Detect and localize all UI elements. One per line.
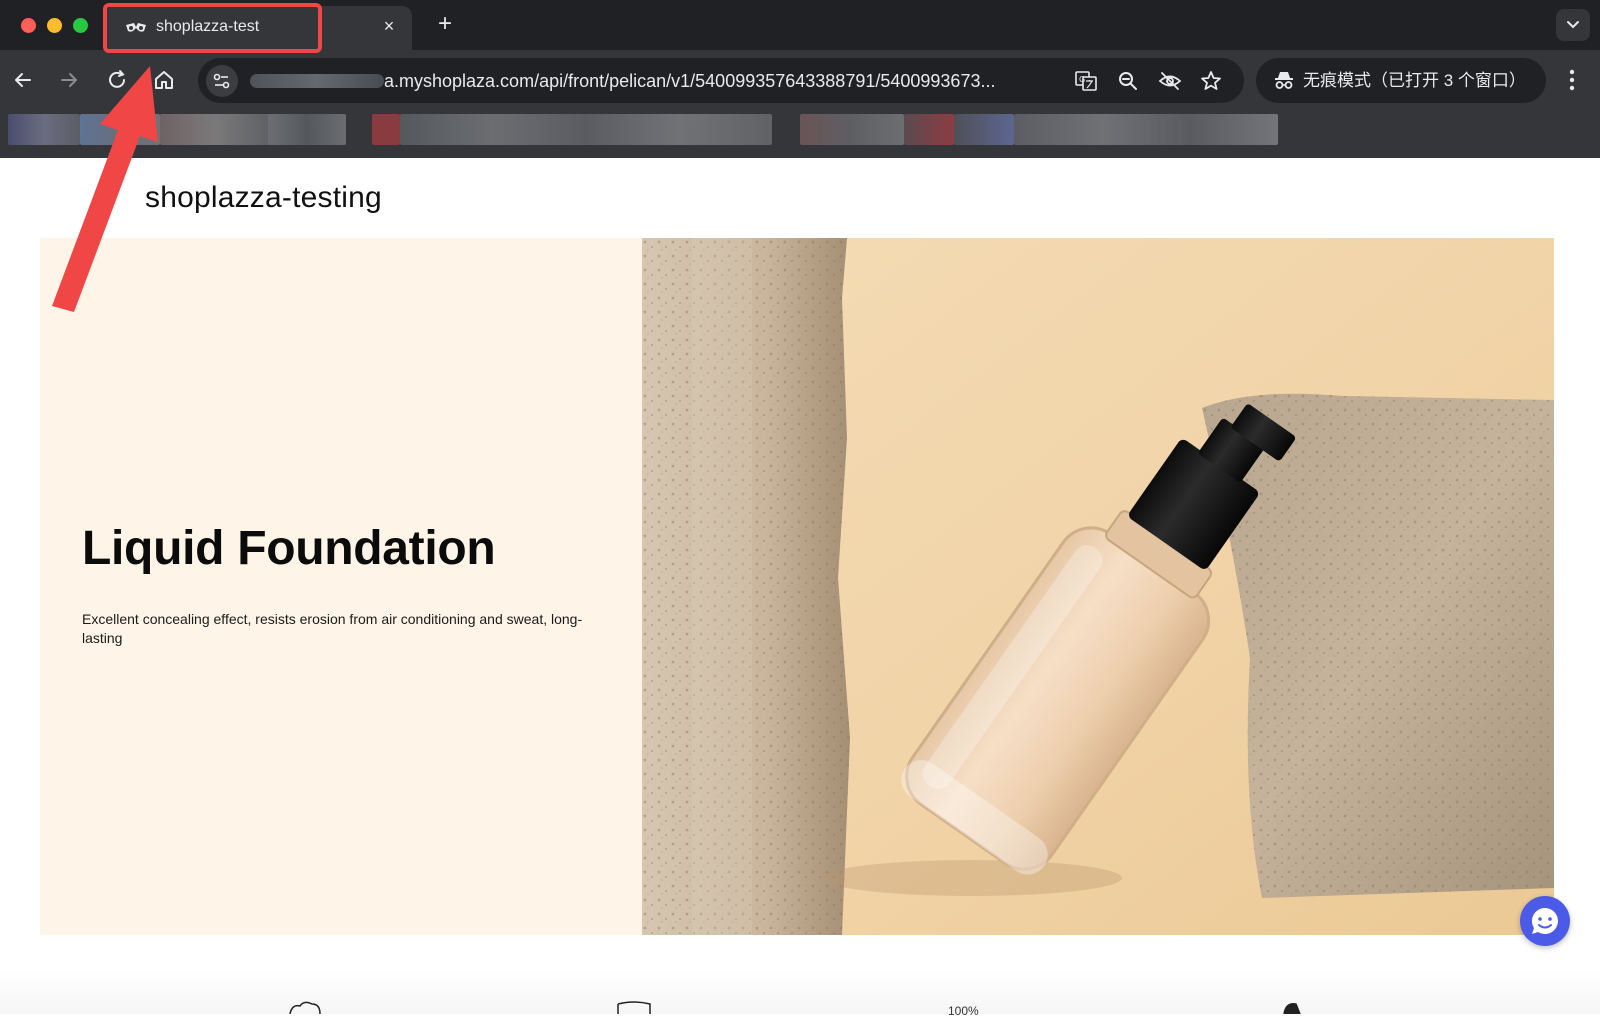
site-settings-icon [213,73,230,89]
bookmark-redacted[interactable] [1014,114,1278,145]
bookmark-redacted[interactable] [400,114,772,145]
hero-banner: Liquid Foundation Excellent concealing e… [40,238,1554,935]
bookmark-redacted[interactable] [954,114,1014,145]
svg-text:G: G [1079,75,1085,84]
minimize-window-button[interactable] [47,18,62,33]
zoom-icon[interactable] [1116,69,1140,93]
bookmarks-bar [0,110,1600,158]
home-icon[interactable] [151,67,177,93]
bookmark-redacted[interactable] [8,114,80,145]
store-logo-text[interactable]: shoplazza-testing [145,180,382,216]
url-text[interactable]: a.myshoplaza.com/api/front/pelican/v1/54… [384,70,1054,92]
kebab-menu-icon[interactable] [1565,66,1579,94]
incognito-label: 无痕模式（已打开 3 个窗口） [1303,71,1526,90]
maximize-window-button[interactable] [73,18,88,33]
bookmark-redacted[interactable] [800,114,904,145]
url-redacted-segment [250,74,384,88]
star-icon[interactable] [1199,69,1223,93]
tab-close-icon[interactable]: × [378,15,400,37]
close-window-button[interactable] [21,18,36,33]
store-page: shoplazza-testing Liquid Foundation Exce… [0,158,1600,1018]
chat-smile-icon [1531,907,1558,934]
translate-icon[interactable]: G [1074,69,1098,93]
tab-search-button[interactable] [1556,9,1590,41]
feature-leaf-icon [1283,1002,1301,1014]
browser-toolbar: a.myshoplaza.com/api/front/pelican/v1/54… [0,50,1600,110]
back-icon[interactable] [10,67,36,93]
annotation-highlight-box [103,3,322,53]
incognito-indicator[interactable]: 无痕模式（已打开 3 个窗口） [1256,58,1546,103]
eye-off-icon[interactable] [1158,69,1182,93]
forward-icon[interactable] [56,67,82,93]
feature-percent-text: 100% [948,1004,979,1018]
new-tab-button[interactable]: + [432,12,458,38]
bookmark-redacted[interactable] [372,114,400,145]
foundation-product-image [642,238,1554,935]
feature-cloud-icon [289,1001,321,1014]
address-bar[interactable]: a.myshoplaza.com/api/front/pelican/v1/54… [198,58,1244,103]
hero-title: Liquid Foundation [82,522,496,575]
features-strip: 100% [0,970,1600,1018]
bookmark-redacted[interactable] [160,114,270,145]
bookmark-redacted[interactable] [80,114,160,145]
hero-subtitle: Excellent concealing effect, resists ero… [82,611,583,646]
feature-cup-icon [617,1001,651,1014]
bookmark-redacted[interactable] [904,114,954,145]
site-settings-button[interactable] [206,65,238,97]
bookmark-redacted[interactable] [268,114,346,145]
chat-button[interactable] [1520,896,1570,946]
reload-icon[interactable] [104,67,130,93]
chevron-down-icon [1567,21,1579,29]
incognito-icon [1275,72,1293,89]
